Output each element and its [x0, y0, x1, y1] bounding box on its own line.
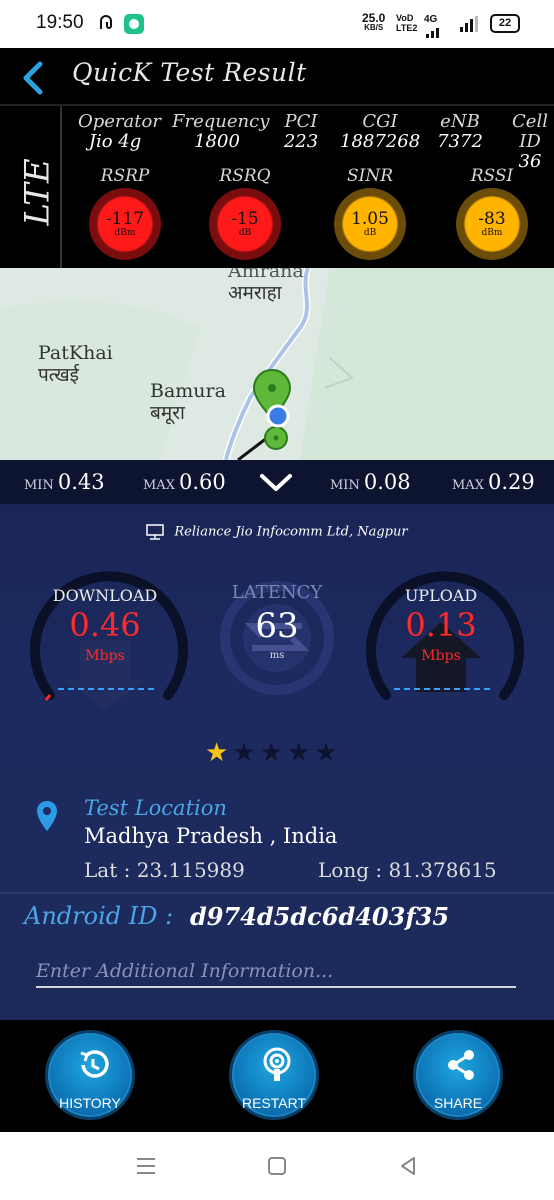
rating-stars[interactable]: ★ ★ ★ ★ ★: [205, 740, 338, 766]
latency-value: 63: [255, 606, 299, 646]
test-location-place: Madhya Pradesh , India: [84, 824, 338, 848]
map-label-amrana: Amrana अमराहा: [228, 268, 304, 304]
network-speed: 25.0 KB/S: [362, 11, 386, 32]
gauge-rssi: RSSI -83 dBm: [447, 166, 537, 260]
test-location-title: Test Location: [84, 796, 227, 820]
chevron-down-icon[interactable]: [258, 472, 294, 494]
latency-unit: ms: [269, 650, 285, 661]
page-title: QuicK Test Result: [72, 58, 307, 87]
info-pci: PCI 223: [283, 111, 319, 152]
star-icon-3[interactable]: ★: [260, 740, 283, 766]
signal-bars-icon-2: [460, 16, 478, 32]
app-header: QuicK Test Result: [0, 48, 554, 104]
star-icon-4[interactable]: ★: [287, 740, 310, 766]
location-pin-icon: [37, 801, 57, 831]
results-panel: MIN 0.43 MAX 0.60 MIN 0.08 MAX 0.29 Reliance…: [0, 460, 554, 1020]
back-icon[interactable]: [394, 1152, 422, 1180]
info-cgi: CGI 1887268: [340, 111, 421, 152]
signal-bars-icon: [426, 22, 439, 38]
current-location-dot-icon: [266, 404, 290, 428]
map-label-patkhai: PatKhai पत्खई: [38, 342, 113, 386]
sinr-ring: 1.05 dB: [334, 188, 406, 260]
history-button[interactable]: HISTORY: [45, 1030, 135, 1120]
info-cell-id: Cell ID 36: [512, 111, 548, 172]
upload-min: MIN 0.08: [330, 470, 411, 494]
download-meter: DOWNLOAD 0.46 Mbps: [20, 560, 190, 710]
rsrp-ring: -117 dBm: [89, 188, 161, 260]
status-time: 19:50: [36, 12, 84, 33]
back-arrow-icon[interactable]: [14, 56, 54, 96]
longitude: Long : 81.378615: [318, 858, 497, 882]
latitude: Lat : 23.115989: [84, 858, 245, 882]
map-label-bamura: Bamura बमूरा: [150, 380, 226, 424]
gauge-rsrq: RSRQ -15 dB: [200, 166, 290, 260]
android-id-value: d974d5dc6d403f35: [190, 902, 450, 931]
download-label: DOWNLOAD: [52, 586, 158, 605]
chat-app-icon: [124, 14, 144, 34]
volte-indicator: VoD LTE2: [396, 13, 418, 33]
history-icon: [80, 1050, 109, 1078]
upload-max: MAX 0.29: [452, 470, 535, 494]
download-progress-line: [58, 688, 154, 690]
gauge-rsrp: RSRP -117 dBm: [80, 166, 170, 260]
upload-progress-line: [394, 688, 490, 690]
upload-label: UPLOAD: [404, 586, 478, 605]
min-max-bar: MIN 0.43 MAX 0.60 MIN 0.08 MAX 0.29: [0, 460, 554, 504]
info-frequency: Frequency 1800: [172, 111, 270, 152]
star-icon-1[interactable]: ★: [205, 740, 228, 766]
divider: [0, 892, 554, 894]
system-nav-bar: [0, 1132, 554, 1200]
rsrq-ring: -15 dB: [209, 188, 281, 260]
download-unit: Mbps: [85, 648, 125, 664]
upload-value: 0.13: [405, 606, 477, 644]
upload-meter: UPLOAD 0.13 Mbps: [356, 560, 526, 710]
lte-info-panel: LTE Operator Jio 4g Frequency 1800 PCI 223 …: [0, 104, 554, 270]
gauge-sinr: SINR 1.05 dB: [325, 166, 415, 260]
app-notification-icon: [97, 14, 117, 34]
upload-unit: Mbps: [421, 648, 461, 664]
computer-icon: [146, 524, 165, 540]
latency-label: LATENCY: [231, 582, 323, 603]
isp-info: Reliance Jio Infocomm Ltd, Nagpur: [0, 524, 554, 540]
action-bar: HISTORY RESTART SHARE: [0, 1020, 554, 1132]
location-map[interactable]: Amrana अमराहा PatKhai पत्खई Bamura बमूरा: [0, 268, 554, 460]
latency-meter: LATENCY 63 ms: [212, 578, 342, 698]
download-value: 0.46: [69, 606, 141, 644]
status-bar: 19:50 25.0 KB/S VoD LTE2 4G 22: [0, 0, 554, 48]
share-icon: [448, 1050, 474, 1080]
star-icon-5[interactable]: ★: [314, 740, 337, 766]
home-icon[interactable]: [263, 1152, 291, 1180]
download-min: MIN 0.43: [24, 470, 105, 494]
star-icon-2[interactable]: ★: [232, 740, 255, 766]
lte-tech-label: LTE: [0, 106, 62, 270]
recent-apps-icon[interactable]: [132, 1152, 160, 1180]
info-operator: Operator Jio 4g: [78, 111, 161, 152]
battery-icon: 22: [490, 14, 520, 33]
podcast-icon: [263, 1047, 291, 1081]
share-button[interactable]: SHARE: [413, 1030, 503, 1120]
rssi-ring: -83 dBm: [456, 188, 528, 260]
restart-button[interactable]: RESTART: [229, 1030, 319, 1120]
additional-info-input[interactable]: [36, 956, 516, 988]
download-max: MAX 0.60: [143, 470, 226, 494]
info-enb: eNB 7372: [437, 111, 483, 152]
android-id-label: Android ID :: [24, 902, 174, 930]
